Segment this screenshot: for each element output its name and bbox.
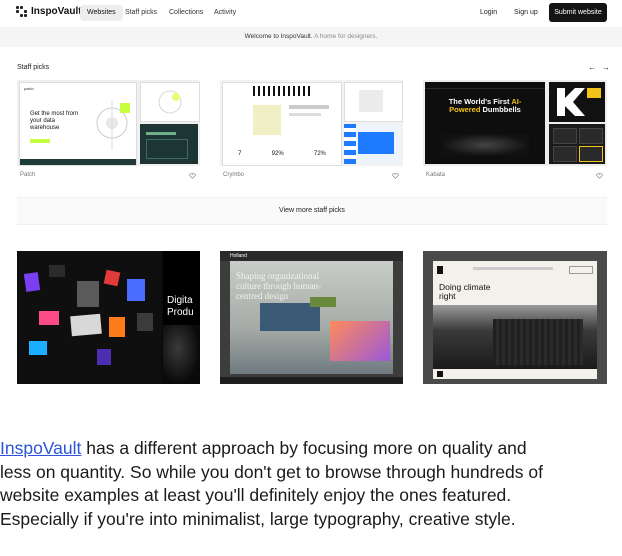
login-link[interactable]: Login [480, 5, 497, 21]
crymbo-stat: 7 [238, 151, 242, 157]
gallery-card-climate[interactable]: Doing climate right [423, 251, 607, 384]
section-title-staff-picks: Staff picks [17, 64, 50, 71]
climate-building [433, 305, 597, 369]
climate-page: Doing climate right [433, 261, 597, 379]
digital-headline-line1: Digita [167, 295, 193, 306]
card-caption-kabata[interactable]: Kabata [426, 172, 445, 178]
patch-screenshot-main: patch Get the most from your data wareho… [19, 82, 137, 166]
welcome-banner: Welcome to InspoVault. A home for design… [0, 27, 622, 47]
article-line-2: less on quantity. So while you don't get… [0, 461, 543, 482]
submit-website-button[interactable]: Submit website [549, 3, 607, 22]
patch-headline: Get the most from your data warehouse [30, 111, 79, 131]
crymbo-stat: 72% [313, 151, 326, 157]
card-caption-patch[interactable]: Patch [20, 172, 35, 178]
view-more-staff-picks-button[interactable]: View more staff picks [17, 198, 607, 224]
site-card-crymbo[interactable]: 7 92% 72% [220, 80, 403, 166]
digital-headline-line2: Produ [167, 307, 194, 318]
tab-collections[interactable]: Collections [162, 5, 210, 21]
tab-activity[interactable]: Activity [207, 5, 243, 21]
crymbo-stats: 7 92% 72% [223, 143, 341, 165]
patch-logo-text: patch [24, 86, 34, 91]
kabata-dumbbells [441, 134, 529, 156]
patch-footer-strip [20, 159, 136, 165]
gallery-card-holland[interactable]: Holland Shaping organizational culture t… [220, 251, 403, 384]
article-line-3: website examples at least you'll definit… [0, 485, 512, 505]
crymbo-screenshot-top [344, 82, 403, 122]
arrow-left-icon[interactable]: ← [588, 63, 596, 72]
kabata-screenshot-grid [549, 124, 605, 164]
heart-icon[interactable] [392, 173, 399, 179]
climate-headline: Doing climate right [439, 282, 491, 301]
top-navbar: InspoVault Websites Staff picks Collecti… [0, 0, 622, 26]
banner-title: Welcome to InspoVault. [244, 33, 313, 40]
inspovault-logo-icon [16, 6, 27, 17]
crymbo-stat: 92% [271, 151, 284, 157]
crymbo-screenshot-main: 7 92% 72% [222, 82, 342, 166]
digital-collage [17, 251, 161, 384]
patch-screenshot-dark [140, 124, 198, 164]
logo[interactable]: InspoVault [16, 6, 82, 17]
holland-brand: Holland [220, 251, 403, 261]
site-card-patch[interactable]: patch Get the most from your data wareho… [17, 80, 200, 166]
crymbo-screenshot-blue [344, 124, 401, 164]
view-more-row: View more staff picks [17, 197, 607, 225]
card-caption-crymbo[interactable]: Crymbo [223, 172, 244, 178]
brand-name: InspoVault [31, 6, 82, 17]
kabata-highlight: AI-Powered [449, 97, 522, 114]
tab-websites[interactable]: Websites [80, 5, 123, 21]
signup-link[interactable]: Sign up [514, 5, 538, 21]
holland-headline: Shaping organizational culture through h… [236, 271, 321, 301]
patch-screenshot-top [140, 82, 200, 122]
patch-diagram [96, 100, 130, 150]
article-line-1: has a different approach by focusing mor… [81, 438, 527, 458]
patch-cta [30, 139, 50, 143]
heart-icon[interactable] [189, 173, 196, 179]
article-line-4: Especially if you're into minimalist, la… [0, 508, 516, 529]
tab-staff-picks[interactable]: Staff picks [118, 5, 164, 21]
inspovault-link[interactable]: InspoVault [0, 438, 81, 458]
site-card-kabata[interactable]: The World's First AI-Powered Dumbbells [423, 80, 607, 166]
kabata-screenshot-main: The World's First AI-Powered Dumbbells [425, 82, 545, 164]
arrow-right-icon[interactable]: → [602, 63, 610, 72]
kabata-screenshot-logo [549, 82, 605, 122]
gallery-card-digital-products[interactable]: Digita Produ [17, 251, 200, 384]
carousel-arrows: ← → [588, 63, 610, 72]
article-paragraph: InspoVault has a different approach by f… [0, 437, 622, 531]
heart-icon[interactable] [596, 173, 603, 179]
kabata-headline: The World's First AI-Powered Dumbbells [448, 97, 522, 114]
banner-subtitle: A home for designers. [314, 33, 378, 40]
digital-side-panel: Digita Produ [163, 251, 200, 384]
